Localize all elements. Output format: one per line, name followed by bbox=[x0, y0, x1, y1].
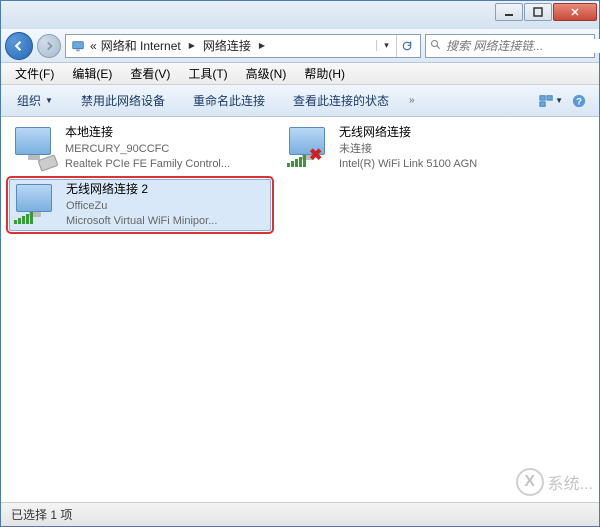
menu-tools[interactable]: 工具(T) bbox=[180, 63, 235, 84]
command-toolbar: 组织 ▼ 禁用此网络设备 重命名此连接 查看此连接的状态 » ▼ ? bbox=[1, 85, 599, 117]
menu-help[interactable]: 帮助(H) bbox=[296, 63, 353, 84]
forward-button[interactable] bbox=[37, 34, 61, 58]
address-bar[interactable]: « 网络和 Internet ▶ 网络连接 ▶ ▾ bbox=[65, 34, 421, 58]
close-button[interactable] bbox=[553, 3, 597, 21]
status-text: 已选择 1 项 bbox=[11, 506, 72, 523]
maximize-button[interactable] bbox=[524, 3, 552, 21]
chevron-right-icon[interactable]: ▶ bbox=[255, 41, 269, 50]
connection-status: MERCURY_90CCFC bbox=[65, 142, 267, 156]
search-input[interactable] bbox=[446, 39, 600, 53]
menu-bar: 文件(F) 编辑(E) 查看(V) 工具(T) 高级(N) 帮助(H) bbox=[1, 63, 599, 85]
wireless-connection-icon: ✖ bbox=[287, 125, 331, 169]
connection-text: 无线网络连接 2 OfficeZu Microsoft Virtual WiFi… bbox=[66, 182, 266, 228]
chevron-down-icon: ▼ bbox=[555, 96, 563, 105]
content-area: 本地连接 MERCURY_90CCFC Realtek PCIe FE Fami… bbox=[1, 117, 599, 502]
search-icon bbox=[430, 39, 442, 53]
breadcrumb-part-2[interactable]: 网络连接 bbox=[203, 37, 251, 54]
search-box[interactable] bbox=[425, 34, 595, 58]
address-dropdown[interactable]: ▾ bbox=[376, 40, 392, 51]
view-options-button[interactable]: ▼ bbox=[539, 90, 563, 112]
back-button[interactable] bbox=[5, 32, 33, 60]
connection-text: 无线网络连接 未连接 Intel(R) WiFi Link 5100 AGN bbox=[339, 125, 541, 171]
chevron-down-icon: ▼ bbox=[45, 96, 53, 105]
connection-item-local[interactable]: 本地连接 MERCURY_90CCFC Realtek PCIe FE Fami… bbox=[9, 123, 271, 175]
connection-device: Realtek PCIe FE Family Control... bbox=[65, 157, 267, 171]
organize-button[interactable]: 组织 ▼ bbox=[9, 88, 61, 113]
connection-name: 本地连接 bbox=[65, 125, 267, 141]
titlebar bbox=[1, 1, 599, 29]
wireless-connection-icon bbox=[14, 182, 58, 226]
network-icon bbox=[70, 38, 86, 54]
svg-text:?: ? bbox=[576, 96, 582, 107]
menu-file[interactable]: 文件(F) bbox=[7, 63, 62, 84]
breadcrumb-prefix: « bbox=[90, 39, 97, 53]
connection-item-wireless-1[interactable]: ✖ 无线网络连接 未连接 Intel(R) WiFi Link 5100 AGN bbox=[283, 123, 545, 175]
navigation-bar: « 网络和 Internet ▶ 网络连接 ▶ ▾ bbox=[1, 29, 599, 63]
breadcrumb-part-1[interactable]: 网络和 Internet bbox=[101, 37, 181, 54]
connection-status: OfficeZu bbox=[66, 199, 266, 213]
connection-status: 未连接 bbox=[339, 142, 541, 156]
chevron-right-icon[interactable]: ▶ bbox=[185, 41, 199, 50]
rename-connection-button[interactable]: 重命名此连接 bbox=[185, 88, 273, 113]
connection-item-wireless-2[interactable]: 无线网络连接 2 OfficeZu Microsoft Virtual WiFi… bbox=[9, 179, 271, 231]
watermark-logo: X bbox=[516, 468, 544, 496]
toolbar-right: ▼ ? bbox=[539, 90, 591, 112]
wired-connection-icon bbox=[13, 125, 57, 169]
watermark-text: 系统... bbox=[548, 470, 593, 494]
status-bar: 已选择 1 项 bbox=[1, 502, 599, 526]
help-button[interactable]: ? bbox=[567, 90, 591, 112]
connections-grid: 本地连接 MERCURY_90CCFC Realtek PCIe FE Fami… bbox=[9, 123, 591, 231]
connection-name: 无线网络连接 2 bbox=[66, 182, 266, 198]
connection-device: Intel(R) WiFi Link 5100 AGN bbox=[339, 157, 541, 171]
disable-device-button[interactable]: 禁用此网络设备 bbox=[73, 88, 173, 113]
menu-advanced[interactable]: 高级(N) bbox=[238, 63, 295, 84]
titlebar-buttons bbox=[495, 3, 597, 21]
connection-device: Microsoft Virtual WiFi Minipor... bbox=[66, 214, 266, 228]
explorer-window: « 网络和 Internet ▶ 网络连接 ▶ ▾ 文件(F) 编辑(E) 查看… bbox=[0, 0, 600, 527]
watermark: X 系统... bbox=[516, 468, 593, 496]
menu-edit[interactable]: 编辑(E) bbox=[64, 63, 120, 84]
organize-label: 组织 bbox=[17, 92, 41, 109]
view-status-button[interactable]: 查看此连接的状态 bbox=[285, 88, 397, 113]
menu-view[interactable]: 查看(V) bbox=[122, 63, 178, 84]
disconnected-icon: ✖ bbox=[309, 145, 322, 165]
minimize-button[interactable] bbox=[495, 3, 523, 21]
connection-text: 本地连接 MERCURY_90CCFC Realtek PCIe FE Fami… bbox=[65, 125, 267, 171]
toolbar-overflow[interactable]: » bbox=[409, 95, 415, 106]
connection-name: 无线网络连接 bbox=[339, 125, 541, 141]
refresh-button[interactable] bbox=[396, 35, 416, 57]
